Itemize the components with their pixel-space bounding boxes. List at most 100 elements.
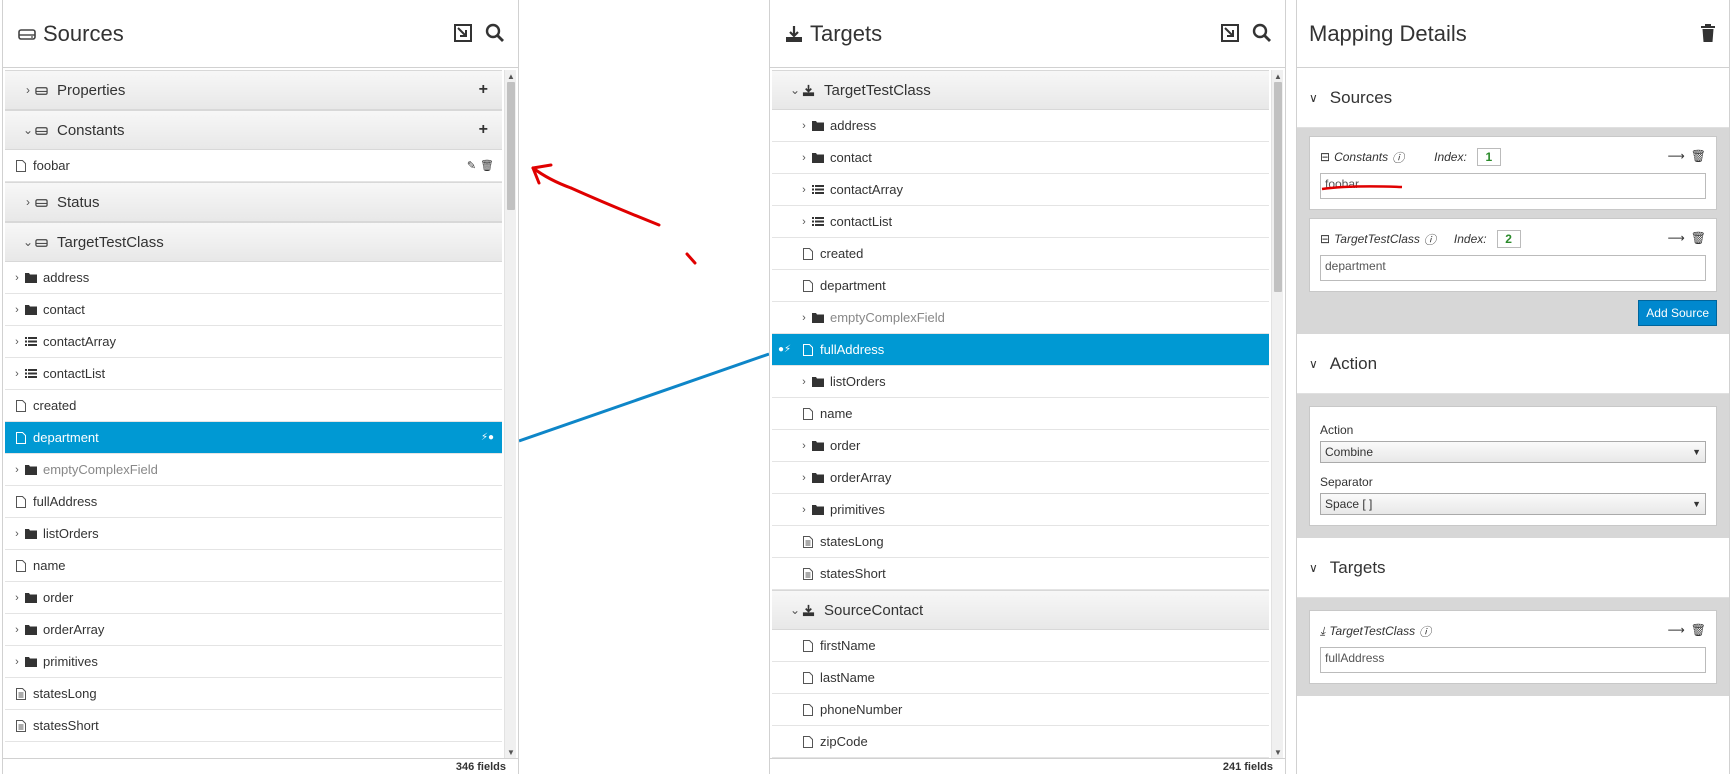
scroll-down-arrow[interactable]: ▼: [1272, 746, 1284, 758]
field-row[interactable]: department ⚡●: [5, 422, 502, 454]
field-row[interactable]: › contactArray: [772, 174, 1269, 206]
chevron-right-icon[interactable]: ›: [11, 592, 23, 604]
source-field-input[interactable]: department: [1320, 255, 1706, 281]
arrow-right-icon[interactable]: ⟶: [1668, 149, 1685, 163]
field-row[interactable]: › orderArray: [772, 462, 1269, 494]
field-name: created: [820, 246, 864, 261]
index-input[interactable]: 2: [1496, 230, 1521, 248]
document-header[interactable]: ⌄ Constants +: [5, 110, 502, 150]
chevron-right-icon[interactable]: ›: [798, 440, 810, 452]
field-row[interactable]: created: [5, 390, 502, 422]
field-row[interactable]: › primitives: [5, 646, 502, 678]
field-row[interactable]: statesShort: [772, 558, 1269, 590]
chevron-right-icon[interactable]: ›: [798, 152, 810, 164]
chevron-right-icon[interactable]: ›: [798, 184, 810, 196]
sources-section-toggle[interactable]: ∨ Sources: [1297, 68, 1729, 128]
targets-section-toggle[interactable]: ∨ Targets: [1297, 538, 1729, 598]
chevron-right-icon[interactable]: ›: [11, 368, 23, 380]
document-header[interactable]: ⌄ TargetTestClass: [772, 70, 1269, 110]
hdd-icon: [35, 196, 51, 209]
chevron-right-icon[interactable]: ›: [11, 528, 23, 540]
plus-icon[interactable]: +: [479, 121, 488, 139]
field-row[interactable]: statesLong: [5, 678, 502, 710]
search-icon[interactable]: [484, 22, 506, 44]
field-row[interactable]: firstName: [772, 630, 1269, 662]
field-row[interactable]: › contactArray: [5, 326, 502, 358]
field-row[interactable]: statesLong: [772, 526, 1269, 558]
import-icon[interactable]: [1219, 22, 1241, 44]
field-row[interactable]: › contact: [5, 294, 502, 326]
chevron-right-icon[interactable]: ›: [11, 272, 23, 284]
field-row[interactable]: › address: [5, 262, 502, 294]
arrow-right-icon[interactable]: ⟶: [1668, 231, 1685, 245]
chevron-right-icon[interactable]: ›: [11, 336, 23, 348]
trash-icon[interactable]: 🗑: [480, 159, 494, 172]
field-row[interactable]: foobar ✎ 🗑: [5, 150, 502, 182]
field-row[interactable]: › contactList: [772, 206, 1269, 238]
chevron-right-icon[interactable]: ›: [798, 472, 810, 484]
field-row[interactable]: › order: [772, 430, 1269, 462]
field-row[interactable]: created: [772, 238, 1269, 270]
action-select[interactable]: Combine ▼: [1320, 441, 1706, 463]
field-row[interactable]: › orderArray: [5, 614, 502, 646]
field-row[interactable]: › emptyComplexField: [5, 454, 502, 486]
chevron-right-icon[interactable]: ›: [11, 624, 23, 636]
chevron-right-icon[interactable]: ›: [11, 304, 23, 316]
field-row[interactable]: › contactList: [5, 358, 502, 390]
trash-icon[interactable]: [1697, 22, 1719, 44]
field-row[interactable]: zipCode: [772, 726, 1269, 758]
info-icon[interactable]: ⓘ: [1419, 623, 1431, 640]
field-name: fullAddress: [820, 342, 885, 357]
search-icon[interactable]: [1251, 22, 1273, 44]
trash-icon[interactable]: 🗑: [1691, 149, 1706, 163]
sources-scrollbar[interactable]: ▲ ▼: [504, 70, 516, 758]
info-icon[interactable]: ⓘ: [1392, 149, 1404, 166]
field-row[interactable]: ●⚡ fullAddress: [772, 334, 1269, 366]
scroll-up-arrow[interactable]: ▲: [505, 70, 517, 82]
mapping-line[interactable]: [519, 352, 769, 443]
chevron-right-icon[interactable]: ›: [798, 504, 810, 516]
info-icon[interactable]: ⓘ: [1424, 231, 1436, 248]
chevron-right-icon[interactable]: ›: [798, 312, 810, 324]
field-row[interactable]: statesShort: [5, 710, 502, 742]
field-row[interactable]: department: [772, 270, 1269, 302]
file-icon: [800, 703, 816, 716]
document-header[interactable]: ⌄ SourceContact: [772, 590, 1269, 630]
document-header[interactable]: › Properties +: [5, 70, 502, 110]
field-row[interactable]: name: [772, 398, 1269, 430]
scrollbar-thumb[interactable]: [507, 82, 515, 210]
scroll-down-arrow[interactable]: ▼: [505, 746, 517, 758]
field-row[interactable]: › order: [5, 582, 502, 614]
chevron-right-icon[interactable]: ›: [798, 376, 810, 388]
action-section-toggle[interactable]: ∨ Action: [1297, 334, 1729, 394]
chevron-right-icon[interactable]: ›: [11, 656, 23, 668]
field-row[interactable]: › address: [772, 110, 1269, 142]
targets-scrollbar[interactable]: ▲ ▼: [1271, 70, 1283, 758]
add-source-button[interactable]: Add Source: [1638, 300, 1717, 326]
field-row[interactable]: › listOrders: [5, 518, 502, 550]
chevron-right-icon[interactable]: ›: [798, 216, 810, 228]
plus-icon[interactable]: +: [479, 81, 488, 99]
scroll-up-arrow[interactable]: ▲: [1272, 70, 1284, 82]
separator-select[interactable]: Space [ ] ▼: [1320, 493, 1706, 515]
field-row[interactable]: phoneNumber: [772, 694, 1269, 726]
field-row[interactable]: name: [5, 550, 502, 582]
trash-icon[interactable]: 🗑: [1691, 231, 1706, 245]
trash-icon[interactable]: 🗑: [1691, 623, 1706, 637]
edit-icon[interactable]: ✎: [467, 159, 476, 172]
field-row[interactable]: › contact: [772, 142, 1269, 174]
scrollbar-thumb[interactable]: [1274, 82, 1282, 292]
arrow-right-icon[interactable]: ⟶: [1668, 623, 1685, 637]
target-field-input[interactable]: fullAddress: [1320, 647, 1706, 673]
document-header[interactable]: ⌄ TargetTestClass: [5, 222, 502, 262]
index-input[interactable]: 1: [1476, 148, 1501, 166]
field-row[interactable]: › primitives: [772, 494, 1269, 526]
document-header[interactable]: › Status: [5, 182, 502, 222]
field-row[interactable]: lastName: [772, 662, 1269, 694]
field-row[interactable]: › emptyComplexField: [772, 302, 1269, 334]
chevron-right-icon[interactable]: ›: [798, 120, 810, 132]
field-row[interactable]: fullAddress: [5, 486, 502, 518]
import-icon[interactable]: [452, 22, 474, 44]
chevron-right-icon[interactable]: ›: [11, 464, 23, 476]
field-row[interactable]: › listOrders: [772, 366, 1269, 398]
